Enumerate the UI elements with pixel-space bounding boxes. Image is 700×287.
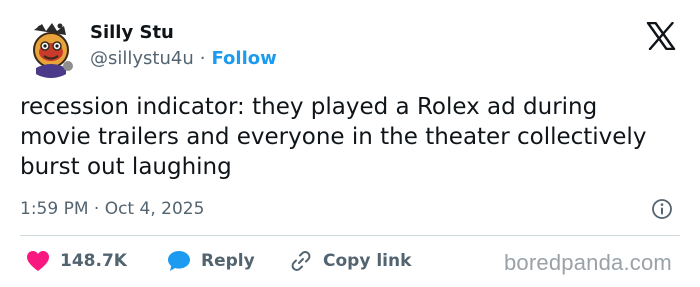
x-logo-icon[interactable] — [646, 22, 676, 50]
tweet-card: Silly Stu @sillystu4u · Follow recession i… — [0, 0, 700, 287]
separator-dot: · — [199, 48, 206, 69]
reply-label: Reply — [201, 251, 255, 271]
like-button[interactable]: 148.7K — [26, 248, 127, 274]
reply-bubble-icon — [168, 251, 190, 271]
author-name[interactable]: Silly Stu — [90, 22, 174, 44]
info-icon[interactable] — [651, 198, 673, 220]
like-count: 148.7K — [60, 251, 127, 271]
link-icon — [291, 251, 311, 271]
handle-row: @sillystu4u · Follow — [90, 48, 277, 70]
watermark: boredpanda.com — [504, 250, 672, 275]
avatar-image — [20, 16, 82, 78]
divider — [20, 235, 680, 236]
author-handle[interactable]: @sillystu4u — [90, 48, 194, 69]
tweet-text: recession indicator: they played a Rolex… — [20, 94, 647, 180]
copy-link-label: Copy link — [323, 251, 412, 271]
copy-link-button[interactable]: Copy link — [289, 248, 411, 274]
follow-button[interactable]: Follow — [211, 48, 276, 69]
reply-button[interactable]: Reply — [167, 248, 255, 274]
avatar[interactable] — [20, 16, 82, 78]
heart-icon — [27, 251, 49, 271]
timestamp[interactable]: 1:59 PM · Oct 4, 2025 — [20, 198, 204, 220]
